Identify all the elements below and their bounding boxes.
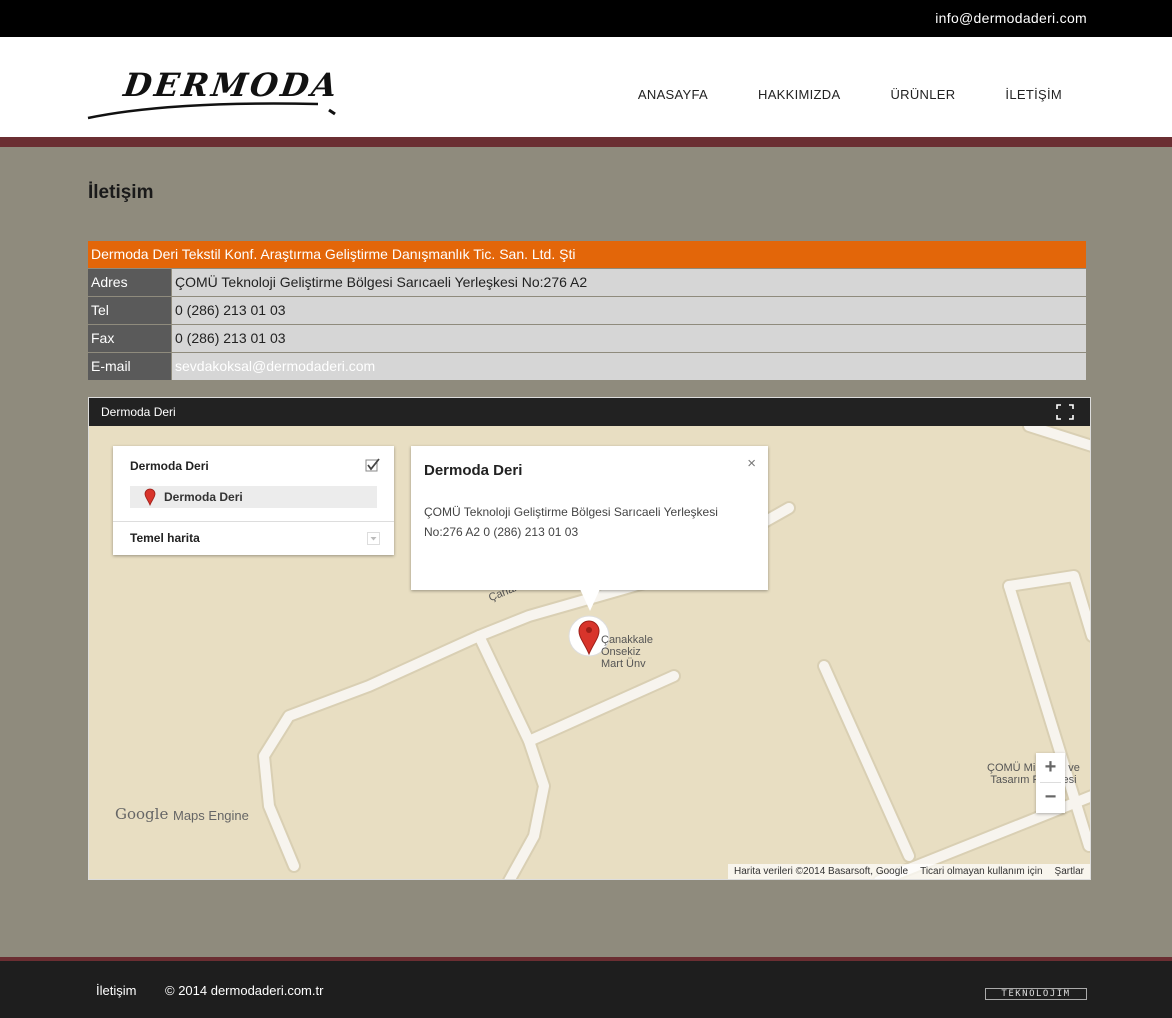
nav-hakkimizda[interactable]: HAKKIMIZDA	[758, 87, 840, 102]
layer-divider	[113, 521, 394, 522]
main-nav: ANASAYFA HAKKIMIZDA ÜRÜNLER İLETİŞİM	[588, 87, 1062, 102]
address-value: ÇOMÜ Teknoloji Geliştirme Bölgesi Sarıca…	[172, 269, 1086, 296]
zoom-control: + −	[1036, 753, 1065, 813]
top-bar: info@dermodaderi.com	[0, 0, 1172, 37]
close-icon[interactable]: ×	[747, 455, 756, 472]
page-title: İletişim	[88, 182, 154, 203]
map-header: Dermoda Deri	[89, 398, 1090, 426]
noncommercial-link[interactable]: Ticari olmayan kullanım için	[920, 864, 1042, 879]
email-label: E-mail	[88, 353, 171, 380]
poi-university-line: Mart Ünv	[601, 658, 646, 670]
poi-faculty-line: Tasarım Fakültesi	[990, 774, 1077, 786]
layer-item-label: Dermoda Deri	[164, 490, 243, 504]
footer-iletisim-link[interactable]: İletişim	[96, 983, 136, 998]
header-stripe	[0, 137, 1172, 147]
fax-label: Fax	[88, 325, 171, 352]
fullscreen-icon[interactable]	[1056, 404, 1074, 420]
contact-info-table: Dermoda Deri Tekstil Konf. Araştırma Gel…	[88, 241, 1086, 381]
footer-copyright: © 2014 dermodaderi.com.tr	[165, 983, 324, 998]
info-row-address: Adres ÇOMÜ Teknoloji Geliştirme Bölgesi …	[88, 269, 1086, 296]
company-name: Dermoda Deri Tekstil Konf. Araştırma Gel…	[88, 241, 1086, 268]
info-window-body: ÇOMÜ Teknoloji Geliştirme Bölgesi Sarıca…	[424, 505, 718, 539]
dropdown-icon[interactable]	[367, 532, 380, 545]
info-row-email: E-mail sevdakoksal@dermodaderi.com	[88, 353, 1086, 380]
tel-value: 0 (286) 213 01 03	[172, 297, 1086, 324]
poi-university-line: Çanakkale	[601, 634, 653, 646]
maps-engine-label: Maps Engine	[173, 808, 249, 823]
site-header: DERMODA ANASAYFA HAKKIMIZDA ÜRÜNLER İLET…	[0, 37, 1172, 137]
layer-title: Dermoda Deri	[130, 459, 209, 473]
map-info-window: Dermoda Deri × ÇOMÜ Teknoloji Geliştirme…	[411, 446, 768, 590]
check-icon[interactable]	[365, 458, 380, 473]
map-pin-icon	[144, 488, 156, 506]
poi-university-label: Çanakkale Onsekiz Mart Ünv	[601, 634, 653, 670]
email-value[interactable]: sevdakoksal@dermodaderi.com	[172, 353, 1086, 380]
layer-item-dermoda[interactable]: Dermoda Deri	[130, 486, 377, 508]
nav-anasayfa[interactable]: ANASAYFA	[638, 87, 708, 102]
address-label: Adres	[88, 269, 171, 296]
google-logo: Google	[115, 805, 169, 823]
dermoda-logo[interactable]: DERMODA	[86, 62, 342, 127]
nav-urunler[interactable]: ÜRÜNLER	[890, 87, 955, 102]
map-title: Dermoda Deri	[101, 405, 176, 419]
logo-swoosh	[87, 102, 336, 120]
basemap-label[interactable]: Temel harita	[130, 531, 200, 545]
fax-value: 0 (286) 213 01 03	[172, 325, 1086, 352]
poi-university-line: Onsekiz	[601, 646, 641, 658]
poi-faculty-line: ÇOMÜ Mimarlık ve	[987, 762, 1080, 774]
map-embed: Dermoda Deri Çanakkale Onsekiz Mart Ünv …	[88, 397, 1091, 880]
info-row-tel: Tel 0 (286) 213 01 03	[88, 297, 1086, 324]
info-row-fax: Fax 0 (286) 213 01 03	[88, 325, 1086, 352]
teknolojim-badge[interactable]: TEKNOLOJIM	[985, 988, 1087, 1000]
map-data-credit: Harita verileri ©2014 Basarsoft, Google	[733, 866, 909, 877]
zoom-out-button[interactable]: −	[1036, 783, 1065, 812]
info-window-tail	[580, 589, 600, 611]
tel-label: Tel	[88, 297, 171, 324]
nav-iletisim[interactable]: İLETİŞİM	[1005, 87, 1062, 102]
poi-faculty-label: ÇOMÜ Mimarlık ve Tasarım Fakültesi	[987, 762, 1080, 786]
terms-link[interactable]: Şartlar	[1055, 864, 1084, 879]
layer-panel: Dermoda Deri Dermoda Deri Temel harita	[113, 446, 394, 555]
zoom-in-button[interactable]: +	[1036, 753, 1065, 782]
map-attribution: Harita verileri ©2014 Basarsoft, Google …	[727, 864, 1090, 879]
site-footer: İletişim © 2014 dermodaderi.com.tr TEKNO…	[0, 961, 1172, 1018]
info-window-title: Dermoda Deri	[424, 462, 523, 479]
header-email-link[interactable]: info@dermodaderi.com	[935, 10, 1087, 26]
